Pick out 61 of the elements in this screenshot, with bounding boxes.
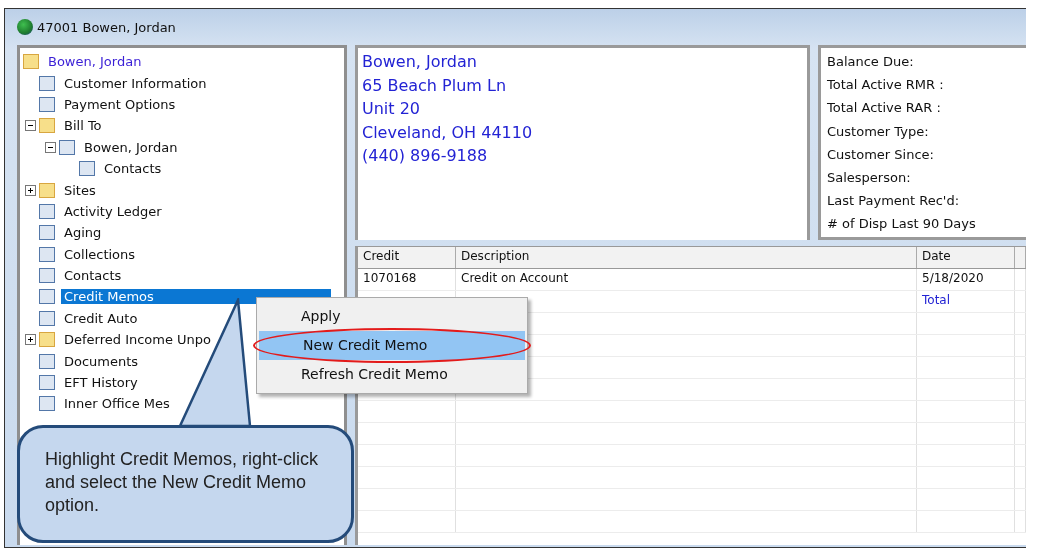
table-cell: Credit on Account (456, 269, 917, 290)
document-icon (39, 375, 55, 391)
address-line: (440) 896-9188 (362, 145, 489, 167)
expander-toggle[interactable] (25, 184, 36, 196)
address-line: 65 Beach Plum Ln (362, 74, 508, 97)
folder-icon (23, 54, 39, 70)
expander-toggle[interactable] (45, 141, 56, 153)
app-logo-icon (17, 19, 33, 35)
tree-item[interactable]: Documents (61, 353, 142, 369)
summary-label: Total Active RAR : (827, 99, 942, 118)
document-icon (39, 203, 55, 219)
tree-item[interactable]: EFT History (61, 375, 141, 391)
document-icon (39, 268, 55, 284)
expander-toggle[interactable] (25, 334, 36, 346)
document-icon (39, 225, 55, 241)
document-icon (39, 310, 55, 326)
column-header[interactable]: Description (456, 247, 917, 268)
tree-item[interactable]: Deferred Income Unpo (61, 332, 215, 348)
summary-label: Customer Since: (827, 145, 935, 164)
menu-item[interactable]: Apply (257, 302, 527, 331)
window-title: 47001 Bowen, Jordan (37, 19, 176, 35)
table-cell: 5/18/2020 (917, 269, 1015, 290)
column-header[interactable]: Date (917, 247, 1015, 268)
tree-item[interactable]: Sites (61, 182, 99, 198)
tree-item[interactable]: Bill To (61, 118, 105, 134)
address-line: Cleveland, OH 44110 (362, 121, 534, 144)
tree-item[interactable]: Customer Information (61, 75, 210, 91)
document-icon (79, 161, 95, 177)
document-icon (39, 75, 55, 91)
tree-item[interactable]: Bowen, Jordan (81, 139, 181, 155)
address-line: Unit 20 (362, 98, 421, 120)
document-icon (39, 396, 55, 412)
tree-item[interactable]: Bowen, Jordan (45, 54, 145, 70)
summary-label: # of Disp Last 90 Days (827, 215, 977, 234)
table-cell: Total (917, 291, 1015, 312)
tree-item[interactable]: Activity Ledger (61, 203, 165, 219)
document-icon (39, 289, 55, 305)
tree-item[interactable]: Aging (61, 225, 105, 241)
tree-item[interactable]: Credit Auto (61, 310, 141, 326)
document-icon (39, 96, 55, 112)
document-icon (59, 139, 75, 155)
summary-label: Total Active RMR : (827, 76, 945, 95)
summary-label: Last Payment Rec'd: (827, 192, 961, 211)
folder-icon (39, 182, 55, 198)
tree-item[interactable]: Contacts (101, 161, 165, 177)
summary-label: Balance Due: (827, 53, 915, 71)
tree-item[interactable]: Collections (61, 246, 139, 262)
document-icon (39, 353, 55, 369)
folder-icon (39, 118, 55, 134)
menu-item[interactable]: Refresh Credit Memo (257, 360, 527, 389)
summary-label: Salesperson: (827, 169, 912, 187)
table-cell: 1070168 (358, 269, 456, 290)
document-icon (39, 246, 55, 262)
tree-item[interactable]: Contacts (61, 268, 125, 284)
address-line: Bowen, Jordan (362, 51, 478, 73)
summary-label: Customer Type: (827, 122, 930, 141)
folder-icon (39, 332, 55, 348)
tree-item[interactable]: Inner Office Mes (61, 396, 173, 412)
column-header[interactable]: Credit (358, 247, 456, 268)
tree-item[interactable]: Payment Options (61, 96, 179, 112)
expander-toggle[interactable] (25, 120, 36, 132)
